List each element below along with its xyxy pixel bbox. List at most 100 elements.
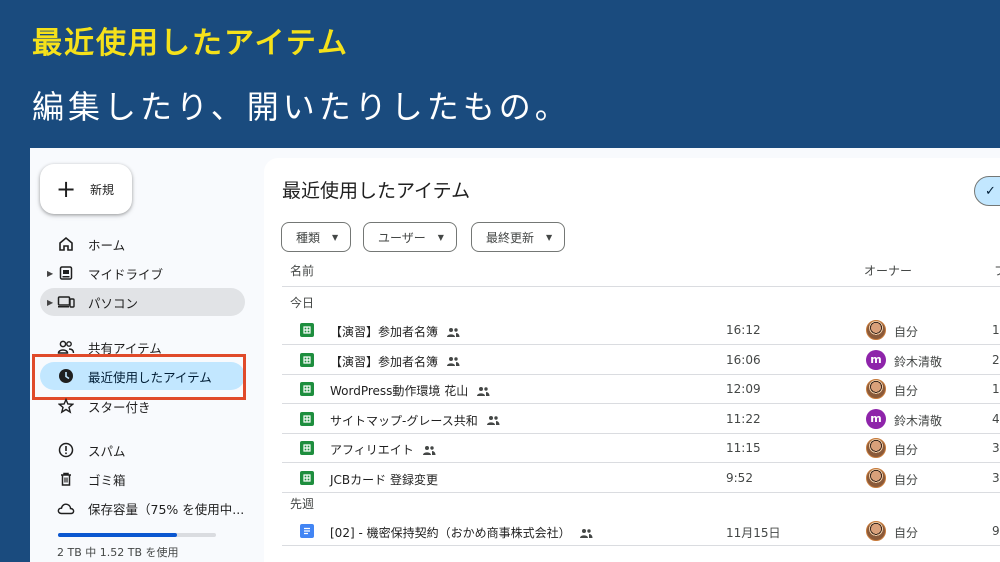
sidebar-item-computers[interactable]: ▶ パソコン — [40, 288, 245, 316]
computers-icon — [57, 293, 75, 311]
new-button-label: 新規 — [90, 182, 115, 197]
expand-caret-icon[interactable]: ▶ — [47, 298, 53, 307]
file-time: 11:15 — [726, 441, 761, 455]
plus-icon: + — [56, 175, 77, 203]
google-sheets-icon — [300, 382, 314, 396]
sidebar-item-label: ゴミ箱 — [88, 472, 126, 488]
file-name: WordPress動作環境 花山 — [330, 384, 469, 398]
file-row[interactable]: WordPress動作環境 花山 12:09 自分 1 — [282, 375, 1000, 404]
group-label: 今日 — [290, 296, 315, 310]
extra-column-value: 4 — [992, 411, 1000, 426]
star-icon — [57, 397, 75, 415]
shared-people-icon — [447, 357, 460, 366]
file-name: アフィリエイト — [330, 443, 414, 457]
dropdown-arrow-icon: ▼ — [546, 232, 553, 242]
storage-usage-text: 2 TB 中 1.52 TB を使用 — [57, 546, 179, 559]
avatar[interactable] — [866, 467, 886, 488]
shared-people-icon — [486, 416, 500, 425]
chip-label: 最終更新 — [486, 230, 535, 245]
file-name: 【演習】参加者名簿 — [330, 354, 439, 369]
file-row[interactable]: JCBカード 登録変更 9:52 自分 3 — [282, 464, 1000, 493]
file-row[interactable]: アフィリエイト 11:15 自分 3 — [282, 434, 1000, 463]
banner-subtitle: 編集したり、開いたりしたもの。 — [32, 88, 571, 126]
owner-name: 自分 — [894, 526, 919, 540]
file-time: 16:06 — [726, 352, 761, 367]
sidebar-item-storage[interactable]: 保存容量（75% を使用中... — [40, 494, 245, 522]
filter-modified-chip[interactable]: 最終更新 ▼ — [471, 222, 566, 252]
sidebar-item-label: ホーム — [88, 237, 126, 253]
sidebar-item-starred[interactable]: スター付き — [40, 392, 245, 420]
slide-banner: 最近使用したアイテム 編集したり、開いたりしたもの。 — [0, 0, 1000, 148]
sidebar: + 新規 ホーム ▶ マイドライブ ▶ パソコン 共有アイテム 最近使用したアイ… — [30, 148, 260, 562]
sidebar-item-spam[interactable]: スパム — [40, 436, 245, 464]
owner-name: 鈴木清敬 — [894, 413, 943, 428]
extra-column-value: 3 — [992, 470, 1000, 485]
file-row[interactable]: 【演習】参加者名簿 16:06 m 鈴木清敬 2 — [282, 346, 1000, 375]
file-row[interactable]: 【演習】参加者名簿 16:12 自分 1 — [282, 316, 1000, 345]
header-divider — [282, 286, 1000, 287]
avatar[interactable] — [866, 320, 886, 340]
sidebar-item-label: スパム — [88, 443, 126, 459]
chip-label: ユーザー — [378, 230, 426, 245]
google-sheets-icon — [300, 441, 314, 455]
google-sheets-icon — [300, 470, 314, 485]
google-sheets-icon — [300, 411, 314, 426]
spam-icon — [57, 441, 75, 459]
storage-progress-bar — [58, 533, 216, 537]
google-docs-icon — [300, 524, 314, 538]
cloud-icon — [57, 499, 75, 517]
sidebar-item-trash[interactable]: ゴミ箱 — [40, 465, 245, 493]
file-name: [02] - 機密保持契約（おかめ商事株式会社） — [330, 526, 571, 540]
column-header-extra[interactable]: フ — [994, 262, 1000, 279]
my-drive-icon — [57, 264, 75, 282]
shared-people-icon — [422, 445, 436, 455]
trash-icon — [57, 470, 75, 488]
file-name: サイトマップ-グレース共和 — [330, 413, 478, 428]
file-time: 16:12 — [726, 323, 761, 337]
sidebar-item-label: マイドライブ — [88, 266, 164, 282]
dropdown-arrow-icon: ▼ — [437, 232, 444, 242]
file-time: 11月15日 — [726, 526, 781, 540]
sidebar-item-label: スター付き — [88, 399, 151, 415]
avatar[interactable] — [866, 438, 886, 458]
extra-column-value: 1 — [992, 323, 1000, 337]
file-time: 11:22 — [726, 411, 761, 426]
google-sheets-icon — [300, 352, 314, 367]
column-header-owner[interactable]: オーナー — [864, 262, 912, 279]
owner-name: 自分 — [894, 472, 919, 487]
filter-type-chip[interactable]: 種類 ▼ — [281, 222, 352, 252]
avatar[interactable] — [866, 521, 886, 541]
column-header-name[interactable]: 名前 — [290, 262, 314, 279]
view-toggle-button[interactable]: ✓ — [974, 176, 1000, 206]
extra-column-value: 9 — [992, 524, 1000, 538]
file-row[interactable]: サイトマップ-グレース共和 11:22 m 鈴木清敬 4 — [282, 405, 1000, 434]
sidebar-item-home[interactable]: ホーム — [40, 230, 245, 258]
avatar[interactable]: m — [866, 349, 886, 370]
storage-progress-fill — [58, 533, 177, 537]
chip-label: 種類 — [296, 230, 321, 245]
shared-people-icon — [477, 386, 490, 396]
new-button[interactable]: + 新規 — [40, 164, 132, 214]
extra-column-value: 3 — [992, 441, 1000, 455]
file-time: 9:52 — [726, 470, 753, 485]
drive-app: + 新規 ホーム ▶ マイドライブ ▶ パソコン 共有アイテム 最近使用したアイ… — [30, 148, 1000, 562]
shared-people-icon — [447, 327, 460, 337]
main-content: 最近使用したアイテム ✓ 種類 ▼ ユーザー ▼ 最終更新 ▼ 名前 オーナー … — [264, 158, 1000, 562]
owner-name: 自分 — [894, 443, 919, 457]
file-name: 【演習】参加者名簿 — [330, 325, 439, 339]
file-name: JCBカード 登録変更 — [330, 472, 438, 487]
filter-user-chip[interactable]: ユーザー ▼ — [363, 222, 457, 252]
shared-people-icon — [579, 528, 593, 538]
sidebar-item-my-drive[interactable]: ▶ マイドライブ — [40, 259, 245, 287]
owner-name: 自分 — [894, 325, 919, 339]
extra-column-value: 1 — [992, 382, 1000, 396]
avatar[interactable]: m — [866, 408, 886, 429]
file-time: 12:09 — [726, 382, 761, 396]
file-row[interactable]: [02] - 機密保持契約（おかめ商事株式会社） 11月15日 自分 9 — [282, 517, 1000, 546]
expand-caret-icon[interactable]: ▶ — [47, 269, 53, 278]
home-icon — [57, 235, 75, 253]
group-label: 先週 — [290, 497, 315, 511]
owner-name: 自分 — [894, 384, 919, 398]
avatar[interactable] — [866, 379, 886, 399]
sidebar-item-label: パソコン — [88, 295, 139, 311]
